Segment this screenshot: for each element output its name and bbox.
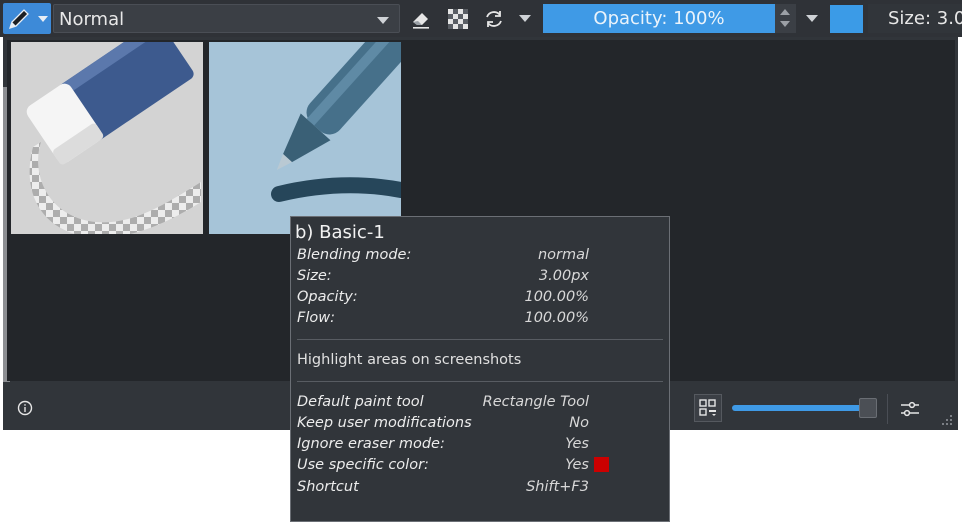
slider-handle[interactable] [859,398,877,418]
property-row: Blending mode: normal [297,247,589,267]
option-key: Default paint tool [297,394,424,410]
resize-grip-icon[interactable] [941,414,953,426]
option-key: Use specific color: [297,457,429,473]
property-value: 100.00% [524,289,589,305]
thumbnail-size-slider[interactable] [732,405,872,411]
option-value: Shift+F3 [526,479,589,495]
brush-toolbar: Normal Opacity: 100% Size: 3.0 [0,0,962,37]
option-row: Shortcut Shift+F3 [297,479,589,499]
opacity-slider[interactable]: Opacity: 100% [543,4,775,33]
view-mode-button[interactable] [694,394,722,422]
divider [297,381,663,382]
property-row: Opacity: 100.00% [297,289,589,309]
reload-icon[interactable] [483,8,505,30]
option-key: Keep user modifications [297,415,472,431]
info-icon[interactable] [17,400,33,416]
property-value: normal [537,247,589,263]
spin-up-icon[interactable] [780,9,790,15]
property-key: Opacity: [297,289,358,305]
preset-description: Highlight areas on screenshots [297,352,522,368]
blending-mode-select[interactable]: Normal [53,4,400,33]
property-row: Size: 3.00px [297,268,589,288]
property-row: Flow: 100.00% [297,310,589,330]
chevron-down-icon [377,17,389,24]
settings-sliders-icon[interactable] [899,398,921,420]
brush-icon [8,9,29,30]
property-key: Flow: [297,310,335,326]
eraser-icon[interactable] [410,8,432,30]
blending-mode-value: Normal [59,9,125,30]
opacity-label: Opacity: 100% [593,8,725,29]
preset-tooltip: b) Basic-1 Blending mode: normal Size: 3… [290,216,670,522]
basic-1-preset[interactable] [209,42,401,234]
option-key: Shortcut [297,479,359,495]
option-key: Ignore eraser mode: [297,436,445,452]
divider [297,339,663,340]
option-value: Yes [565,457,589,473]
opacity-spin-buttons[interactable] [775,4,796,33]
option-row: Keep user modifications No [297,415,589,435]
size-label: Size: 3.0 [888,8,962,29]
property-value: 100.00% [524,310,589,326]
chevron-down-icon [38,16,48,22]
eraser-illustration [26,42,201,234]
chevron-down-icon[interactable] [806,15,818,22]
property-value: 3.00px [538,268,589,284]
chevron-down-icon[interactable] [519,15,531,22]
pen-illustration [271,42,401,202]
option-row: Use specific color: Yes [297,457,589,477]
size-slider[interactable]: Size: 3.0 [868,4,962,33]
specific-color-swatch [594,457,609,472]
option-row: Default paint tool Rectangle Tool [297,394,589,414]
option-value: Yes [565,436,589,452]
tooltip-title: b) Basic-1 [295,222,385,243]
brush-preset-button[interactable] [3,3,51,34]
property-key: Blending mode: [297,247,412,263]
property-key: Size: [297,268,332,284]
checker-alpha-icon[interactable] [447,8,469,30]
eraser-preset[interactable] [11,42,203,234]
view-mode-icon [699,399,716,416]
spin-down-icon[interactable] [780,21,790,27]
option-value: No [569,415,589,431]
option-value: Rectangle Tool [482,394,589,410]
current-color-swatch[interactable] [830,5,863,33]
option-row: Ignore eraser mode: Yes [297,436,589,456]
separator [887,394,888,424]
